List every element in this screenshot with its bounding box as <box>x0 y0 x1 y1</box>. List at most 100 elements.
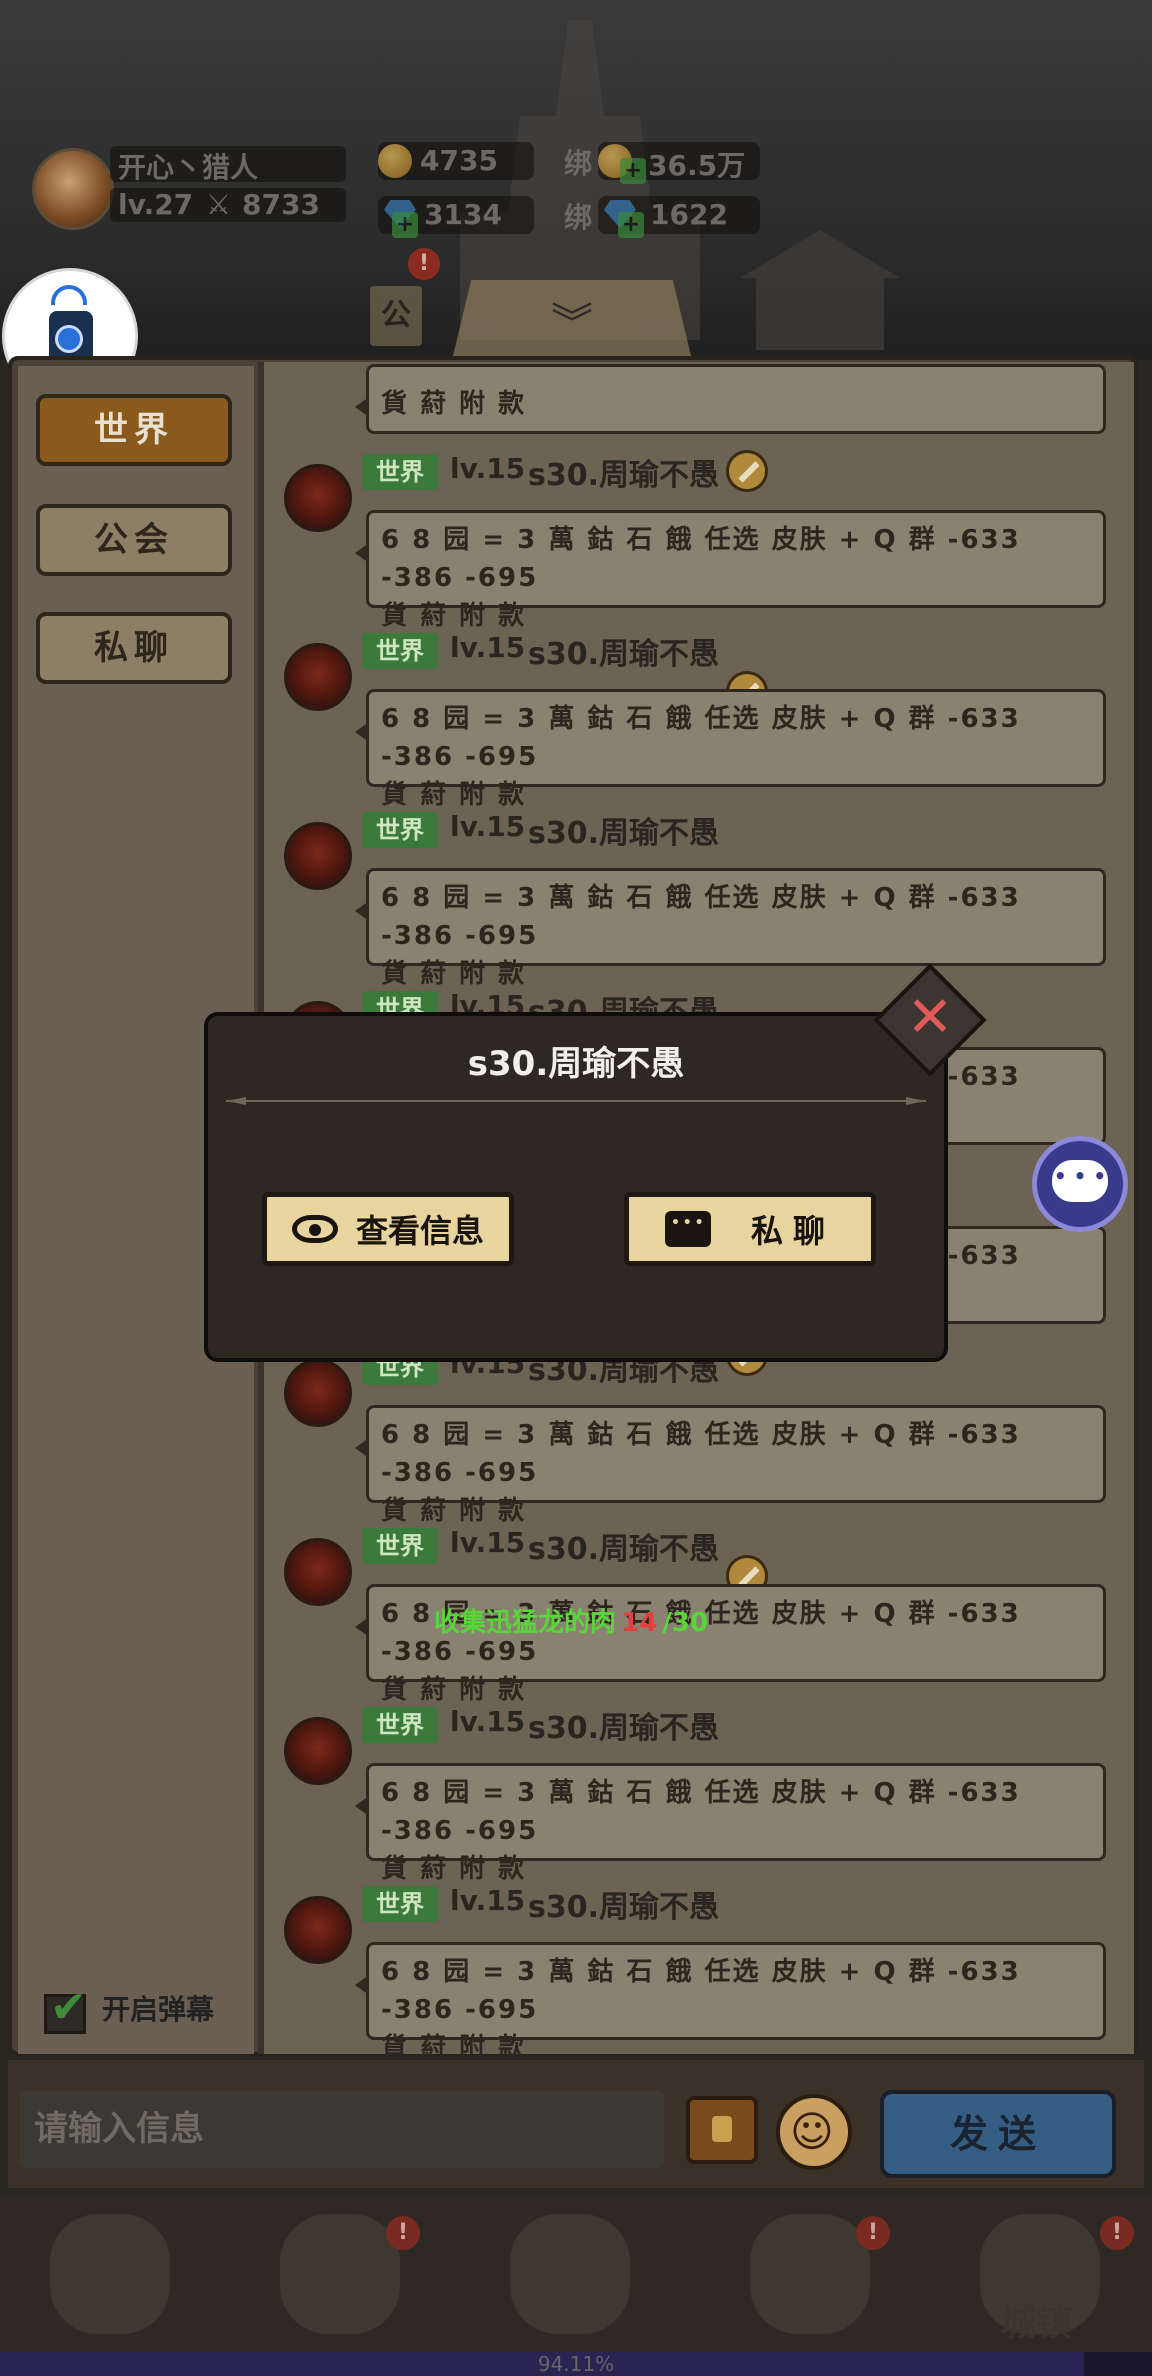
add-gold-button[interactable]: + <box>620 158 646 184</box>
sender-level: lv.15 <box>450 1526 526 1559</box>
chat-text-line-2: 貨 葤 附 款 <box>381 959 527 989</box>
town-label: 城镇 <box>1000 2303 1073 2344</box>
smiley-icon: ☺ <box>790 2107 834 2156</box>
chat-text-line-2: 貨 葤 附 款 <box>381 1496 527 1526</box>
shrine-icon <box>750 2214 870 2334</box>
player-level-box: lv.27 ⚔ 8733 <box>110 188 346 222</box>
sender-level: lv.15 <box>450 1884 526 1917</box>
wizard-icon <box>280 2214 400 2334</box>
chat-text-line-2: 貨 葤 附 款 <box>381 1675 527 1705</box>
modal-divider <box>226 1100 926 1102</box>
sender-avatar[interactable] <box>284 822 352 890</box>
eye-icon <box>291 1215 338 1243</box>
nav-item-1[interactable] <box>10 2204 210 2350</box>
quest-current: 14 <box>621 1608 658 1638</box>
checkmark-icon: ✔ <box>50 1982 87 2033</box>
chat-bubble: 6 8 园 = 3 萬 鈷 石 餓 任选 皮肤 + Q 群 -633 -386 … <box>355 1942 1106 2063</box>
hero-icon <box>50 2214 170 2334</box>
chat-message-input[interactable] <box>20 2090 664 2168</box>
sender-name[interactable]: s30.周瑜不愚 <box>528 1703 719 1747</box>
chat-text-line-2: 貨 葤 附 款 <box>381 780 527 810</box>
sender-level: lv.15 <box>450 631 526 664</box>
channel-tag: 世界 <box>362 812 438 848</box>
view-info-button[interactable]: 查看信息 <box>262 1192 514 1266</box>
channel-tag: 世界 <box>362 454 438 490</box>
chat-bubble: 6 8 园 = 3 萬 鈷 石 餓 任选 皮肤 + Q 群 -633 -386 … <box>355 510 1106 631</box>
sender-avatar[interactable] <box>284 1896 352 1964</box>
tab-private[interactable]: 私聊 <box>36 612 232 684</box>
bound-diamond-label: 绑 <box>564 201 593 234</box>
sender-name[interactable]: s30.周瑜不愚 <box>528 450 719 494</box>
quest-total: /30 <box>662 1608 709 1638</box>
quest-label: 收集迅猛龙的肉 <box>434 1608 617 1638</box>
chevron-down-icon: ︾ <box>550 298 593 348</box>
nav-item-3[interactable] <box>470 2204 670 2350</box>
nav-item-town[interactable]: ! 城镇 <box>940 2204 1140 2350</box>
sender-name[interactable]: s30.周瑜不愚 <box>528 1882 719 1926</box>
chat-text-line-2: 貨 葤 附 款 <box>381 601 527 631</box>
emoji-button[interactable]: ☺ <box>776 2094 852 2170</box>
channel-tag: 世界 <box>362 1707 438 1743</box>
chat-bubble-partial: 貨 葤 附 款 <box>355 364 1106 434</box>
collapse-chat-button[interactable]: ︾ <box>452 280 692 360</box>
guild-quick-tab[interactable]: 公 <box>370 286 422 346</box>
sender-avatar[interactable] <box>284 643 352 711</box>
sender-avatar[interactable] <box>284 1359 352 1427</box>
message-icon <box>664 1211 711 1247</box>
swords-icon: ⚔ <box>206 188 232 221</box>
chat-bubble: 6 8 园 = 3 萬 鈷 石 餓 任选 皮肤 + Q 群 -633 -386 … <box>355 868 1106 989</box>
loading-progress-text: 94.11% <box>537 2352 615 2376</box>
nav-item-2[interactable]: ! <box>240 2204 440 2350</box>
sender-level: lv.15 <box>450 452 526 485</box>
sender-avatar[interactable] <box>284 464 352 532</box>
signal-wave-icon <box>51 285 87 305</box>
player-name-box: 开心丶猎人 <box>110 146 346 184</box>
sender-level: lv.15 <box>450 810 526 843</box>
sender-avatar[interactable] <box>284 1538 352 1606</box>
nav-badge: ! <box>386 2216 420 2250</box>
sender-level: lv.15 <box>450 1705 526 1738</box>
player-level: lv.27 <box>118 188 194 221</box>
close-icon: ✕ <box>906 985 954 1050</box>
sword-icon <box>726 450 768 492</box>
chat-bubble: 6 8 园 = 3 萬 鈷 石 餓 任选 皮肤 + Q 群 -633 -386 … <box>355 1405 1106 1526</box>
player-power: 8733 <box>242 188 320 221</box>
tab-world[interactable]: 世界 <box>36 394 232 466</box>
nav-item-4[interactable]: ! <box>710 2204 910 2350</box>
nav-badge: ! <box>856 2216 890 2250</box>
quest-progress: 收集迅猛龙的肉 14 /30 <box>434 1602 708 1639</box>
barrage-checkbox[interactable]: ✔ <box>44 1982 96 2034</box>
chat-text-line-1: 6 8 园 = 3 萬 鈷 石 餓 任选 皮肤 + Q 群 -633 -386 … <box>381 883 1021 951</box>
send-button[interactable]: 发送 <box>880 2090 1116 2178</box>
private-chat-button[interactable]: 私聊 <box>624 1192 876 1266</box>
sender-avatar[interactable] <box>284 1717 352 1785</box>
chat-bubble: 6 8 园 = 3 萬 鈷 石 餓 任选 皮肤 + Q 群 -633 -386 … <box>355 1763 1106 1884</box>
private-chat-label: 私聊 <box>750 1212 835 1250</box>
chat-text-line-1: 6 8 园 = 3 萬 鈷 石 餓 任选 皮肤 + Q 群 -633 -386 … <box>381 1957 1021 2025</box>
bound-gold-value: 36.5万 <box>648 149 746 182</box>
diamond-value: 3134 <box>424 198 502 231</box>
tab-guild[interactable]: 公会 <box>36 504 232 576</box>
chat-bubble: 6 8 园 = 3 萬 鈷 石 餓 任选 皮肤 + Q 群 -633 -386 … <box>355 689 1106 810</box>
sender-name[interactable]: s30.周瑜不愚 <box>528 808 719 852</box>
speech-dots-icon: • • • <box>1053 1164 1107 1188</box>
modal-title: s30.周瑜不愚 <box>467 1044 685 1084</box>
chat-text-line-1: 6 8 园 = 3 萬 鈷 石 餓 任选 皮肤 + Q 群 -633 -386 … <box>381 1778 1021 1846</box>
notification-badge: ! <box>408 248 440 280</box>
gold-value: 4735 <box>420 144 498 177</box>
channel-tag: 世界 <box>362 1886 438 1922</box>
barrage-label: 开启弹幕 <box>102 1993 215 2026</box>
chat-text-line-1: 6 8 园 = 3 萬 鈷 石 餓 任选 皮肤 + Q 群 -633 -386 … <box>381 704 1021 772</box>
player-avatar[interactable] <box>32 148 114 230</box>
add-bound-diamond-button[interactable]: + <box>618 212 644 238</box>
bound-diamond-value: 1622 <box>650 198 728 231</box>
add-diamond-button[interactable]: + <box>392 212 418 238</box>
barrage-toggle[interactable]: ✔ 开启弹幕 <box>44 1982 215 2034</box>
chat-text-line-1: 6 8 园 = 3 萬 鈷 石 餓 任选 皮肤 + Q 群 -633 -386 … <box>381 525 1021 593</box>
chat-text-line-2: 貨 葤 附 款 <box>381 1854 527 1884</box>
sender-name[interactable]: s30.周瑜不愚 <box>528 1524 719 1568</box>
sender-name[interactable]: s30.周瑜不愚 <box>528 629 719 673</box>
chat-text-line-1: 6 8 园 = 3 萬 鈷 石 餓 任选 皮肤 + Q 群 -633 -386 … <box>381 1420 1021 1488</box>
camera-lens-icon <box>55 325 83 353</box>
bound-gold-label: 绑 <box>564 147 593 180</box>
